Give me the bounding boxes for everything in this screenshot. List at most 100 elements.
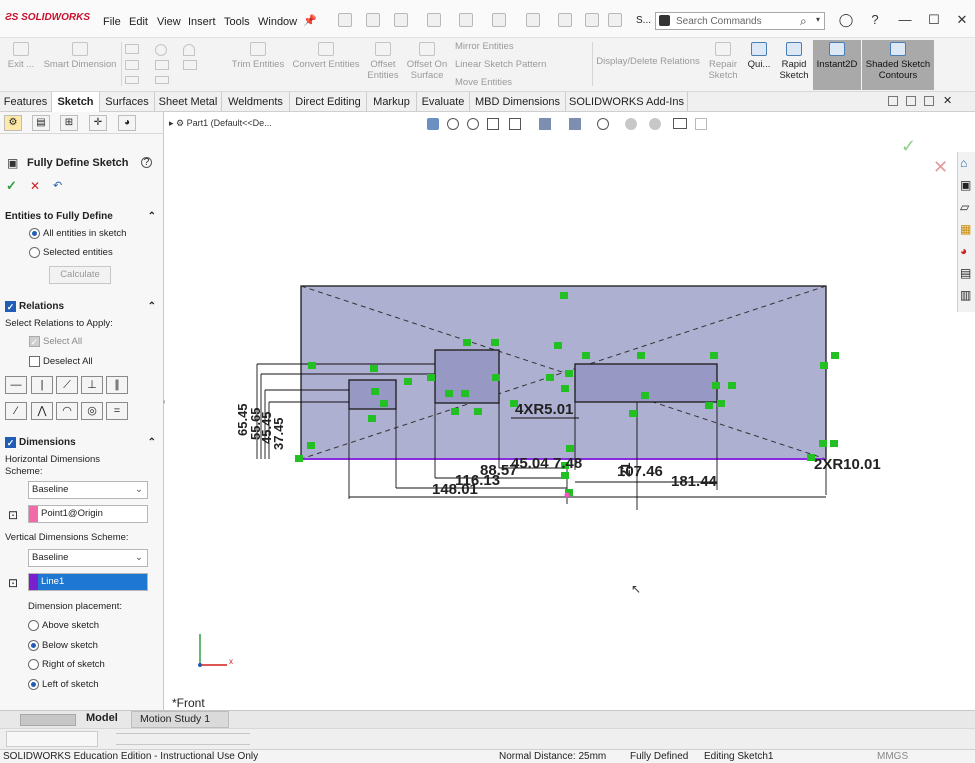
radius-dimension-2x[interactable]: 2XR10.01 — [814, 456, 881, 473]
search-icon[interactable]: ⌕ — [800, 14, 807, 29]
close-icon[interactable]: ✕ — [953, 11, 971, 29]
vertical-scheme-select[interactable]: Baseline ⌄ — [28, 549, 148, 567]
equal-relation-button[interactable]: = — [106, 402, 128, 420]
file-explorer-icon[interactable]: ▱ — [960, 200, 969, 214]
units-selector[interactable]: MMGS — [877, 750, 908, 763]
tab-sheet-metal[interactable]: Sheet Metal — [155, 92, 222, 112]
right-of-sketch-radio[interactable]: Right of sketch — [28, 659, 105, 670]
deselect-all-checkbox[interactable]: Deselect All — [29, 356, 93, 367]
trim-entities-button[interactable]: Trim Entities — [228, 40, 288, 90]
tile-icon[interactable] — [906, 96, 916, 106]
dimxpert-manager-icon[interactable]: ✛ — [89, 115, 107, 131]
tab-direct-editing[interactable]: Direct Editing — [290, 92, 367, 112]
horizontal-reference-field[interactable]: Point1@Origin — [28, 505, 148, 523]
offset-entities-button[interactable]: Offset Entities — [364, 40, 402, 90]
select-all-checkbox[interactable]: ✓ Select All — [29, 336, 82, 347]
undo-icon[interactable]: ↶ — [53, 179, 62, 192]
dimensions-section-header[interactable]: ✓ Dimensions ⌃ — [0, 434, 164, 451]
rebuild-icon[interactable] — [558, 13, 572, 27]
menu-file[interactable]: File — [103, 16, 121, 28]
sketch-relations-toolbar[interactable] — [116, 733, 250, 745]
tab-sketch[interactable]: Sketch — [52, 92, 100, 112]
configuration-manager-icon[interactable]: ⊞ — [60, 115, 78, 131]
home-icon[interactable] — [338, 13, 352, 27]
instant2d-button[interactable]: Instant2D — [813, 40, 861, 90]
solidworks-forum-icon[interactable]: ▥ — [960, 288, 971, 302]
entities-section-header[interactable]: Entities to Fully Define ⌃ — [0, 208, 164, 225]
status-combo[interactable] — [6, 731, 98, 747]
tab-weldments[interactable]: Weldments — [222, 92, 290, 112]
display-manager-icon[interactable]: ◕ — [118, 115, 136, 131]
move-entities-button[interactable]: Move Entities — [455, 77, 512, 88]
new-document-icon[interactable] — [366, 13, 380, 27]
shaded-sketch-contours-button[interactable]: Shaded Sketch Contours — [862, 40, 934, 90]
mirror-entities-button[interactable]: Mirror Entities — [455, 41, 514, 52]
tab-model[interactable]: Model — [86, 712, 118, 724]
above-sketch-radio[interactable]: Above sketch — [28, 620, 99, 631]
coincident-relation-button[interactable]: ⟋ — [56, 376, 78, 394]
custom-properties-icon[interactable]: ▤ — [960, 266, 971, 280]
tab-features[interactable]: Features — [0, 92, 52, 112]
tab-surfaces[interactable]: Surfaces — [100, 92, 155, 112]
horizontal-dimension[interactable]: 45.04 — [511, 455, 549, 472]
tab-scroll-arrows[interactable] — [20, 714, 76, 726]
view-palette-icon[interactable]: ▦ — [960, 222, 971, 236]
property-manager-icon[interactable]: ▤ — [32, 115, 50, 131]
perpendicular-relation-button[interactable]: ⊥ — [81, 376, 103, 394]
horizontal-dimension[interactable]: 148.01 — [432, 481, 478, 498]
cancel-x-icon[interactable]: ✕ — [30, 179, 40, 193]
file-properties-icon[interactable] — [585, 13, 599, 27]
solidworks-resources-icon[interactable]: ⌂ — [960, 156, 967, 170]
midpoint-relation-button[interactable]: ⋀ — [31, 402, 53, 420]
help-icon[interactable]: ? — [866, 11, 884, 29]
pin-icon[interactable]: 📌 — [303, 14, 317, 27]
radius-dimension-4x[interactable]: 4XR5.01 — [515, 401, 573, 418]
concentric-relation-button[interactable]: ◎ — [81, 402, 103, 420]
menu-edit[interactable]: Edit — [129, 16, 148, 28]
undo-icon[interactable] — [492, 13, 506, 27]
minimize-icon[interactable]: — — [896, 11, 914, 29]
menu-view[interactable]: View — [157, 16, 181, 28]
collinear-relation-button[interactable]: ⁄ — [5, 402, 27, 420]
select-icon[interactable] — [526, 13, 540, 27]
solidworks-logo[interactable]: ƧS SOLIDWORKS — [5, 12, 90, 23]
tab-motion-study[interactable]: Motion Study 1 — [131, 711, 229, 728]
quick-snaps-button[interactable]: Qui... — [744, 40, 774, 90]
relations-section-header[interactable]: ✓ Relations ⌃ — [0, 298, 164, 315]
close-tab-icon[interactable]: ✕ — [943, 94, 952, 107]
open-icon[interactable] — [394, 13, 408, 27]
search-dropdown-icon[interactable]: ▾ — [816, 15, 820, 24]
tab-solidworks-add-ins[interactable]: SOLIDWORKS Add-Ins — [566, 92, 688, 112]
print-icon[interactable] — [459, 13, 473, 27]
search-commands-input[interactable]: Search Commands ⌕ ▾ — [655, 12, 825, 30]
horizontal-dimension[interactable]: 7.48 — [553, 455, 582, 472]
restore-panel-icon[interactable] — [888, 96, 898, 106]
left-of-sketch-radio[interactable]: Left of sketch — [28, 679, 99, 690]
below-sketch-radio[interactable]: Below sketch — [28, 640, 98, 651]
quick-access-s[interactable]: S... — [636, 15, 651, 26]
options-gear-icon[interactable] — [608, 13, 622, 27]
linear-sketch-pattern-button[interactable]: Linear Sketch Pattern — [455, 59, 546, 70]
sketch-tools-grid[interactable] — [125, 44, 223, 86]
repair-sketch-button[interactable]: Repair Sketch — [704, 40, 742, 90]
design-library-icon[interactable]: ▣ — [960, 178, 971, 192]
all-entities-radio[interactable]: All entities in sketch — [29, 228, 126, 239]
vertical-dimension[interactable]: 37.45 — [271, 417, 286, 450]
exit-sketch-button[interactable]: Exit ... — [3, 40, 39, 90]
ok-checkmark-icon[interactable]: ✓ — [6, 178, 17, 194]
vertical-relation-button[interactable]: | — [31, 376, 53, 394]
vertical-reference-field[interactable]: Line1 — [28, 573, 148, 591]
save-icon[interactable] — [427, 13, 441, 27]
horizontal-dimension[interactable]: 21 — [618, 463, 633, 477]
menu-tools[interactable]: Tools — [224, 16, 250, 28]
offset-on-surface-button[interactable]: Offset On Surface — [403, 40, 451, 90]
horizontal-scheme-select[interactable]: Baseline ⌄ — [28, 481, 148, 499]
tab-evaluate[interactable]: Evaluate — [417, 92, 470, 112]
maximize-icon[interactable]: ☐ — [925, 11, 943, 29]
user-account-icon[interactable]: ◯ — [837, 11, 855, 29]
help-icon[interactable]: ? — [141, 157, 152, 168]
smart-dimension-button[interactable]: Smart Dimension — [40, 40, 120, 90]
maximize-view-icon[interactable] — [924, 96, 934, 106]
menu-window[interactable]: Window — [258, 16, 297, 28]
tab-mbd-dimensions[interactable]: MBD Dimensions — [470, 92, 566, 112]
